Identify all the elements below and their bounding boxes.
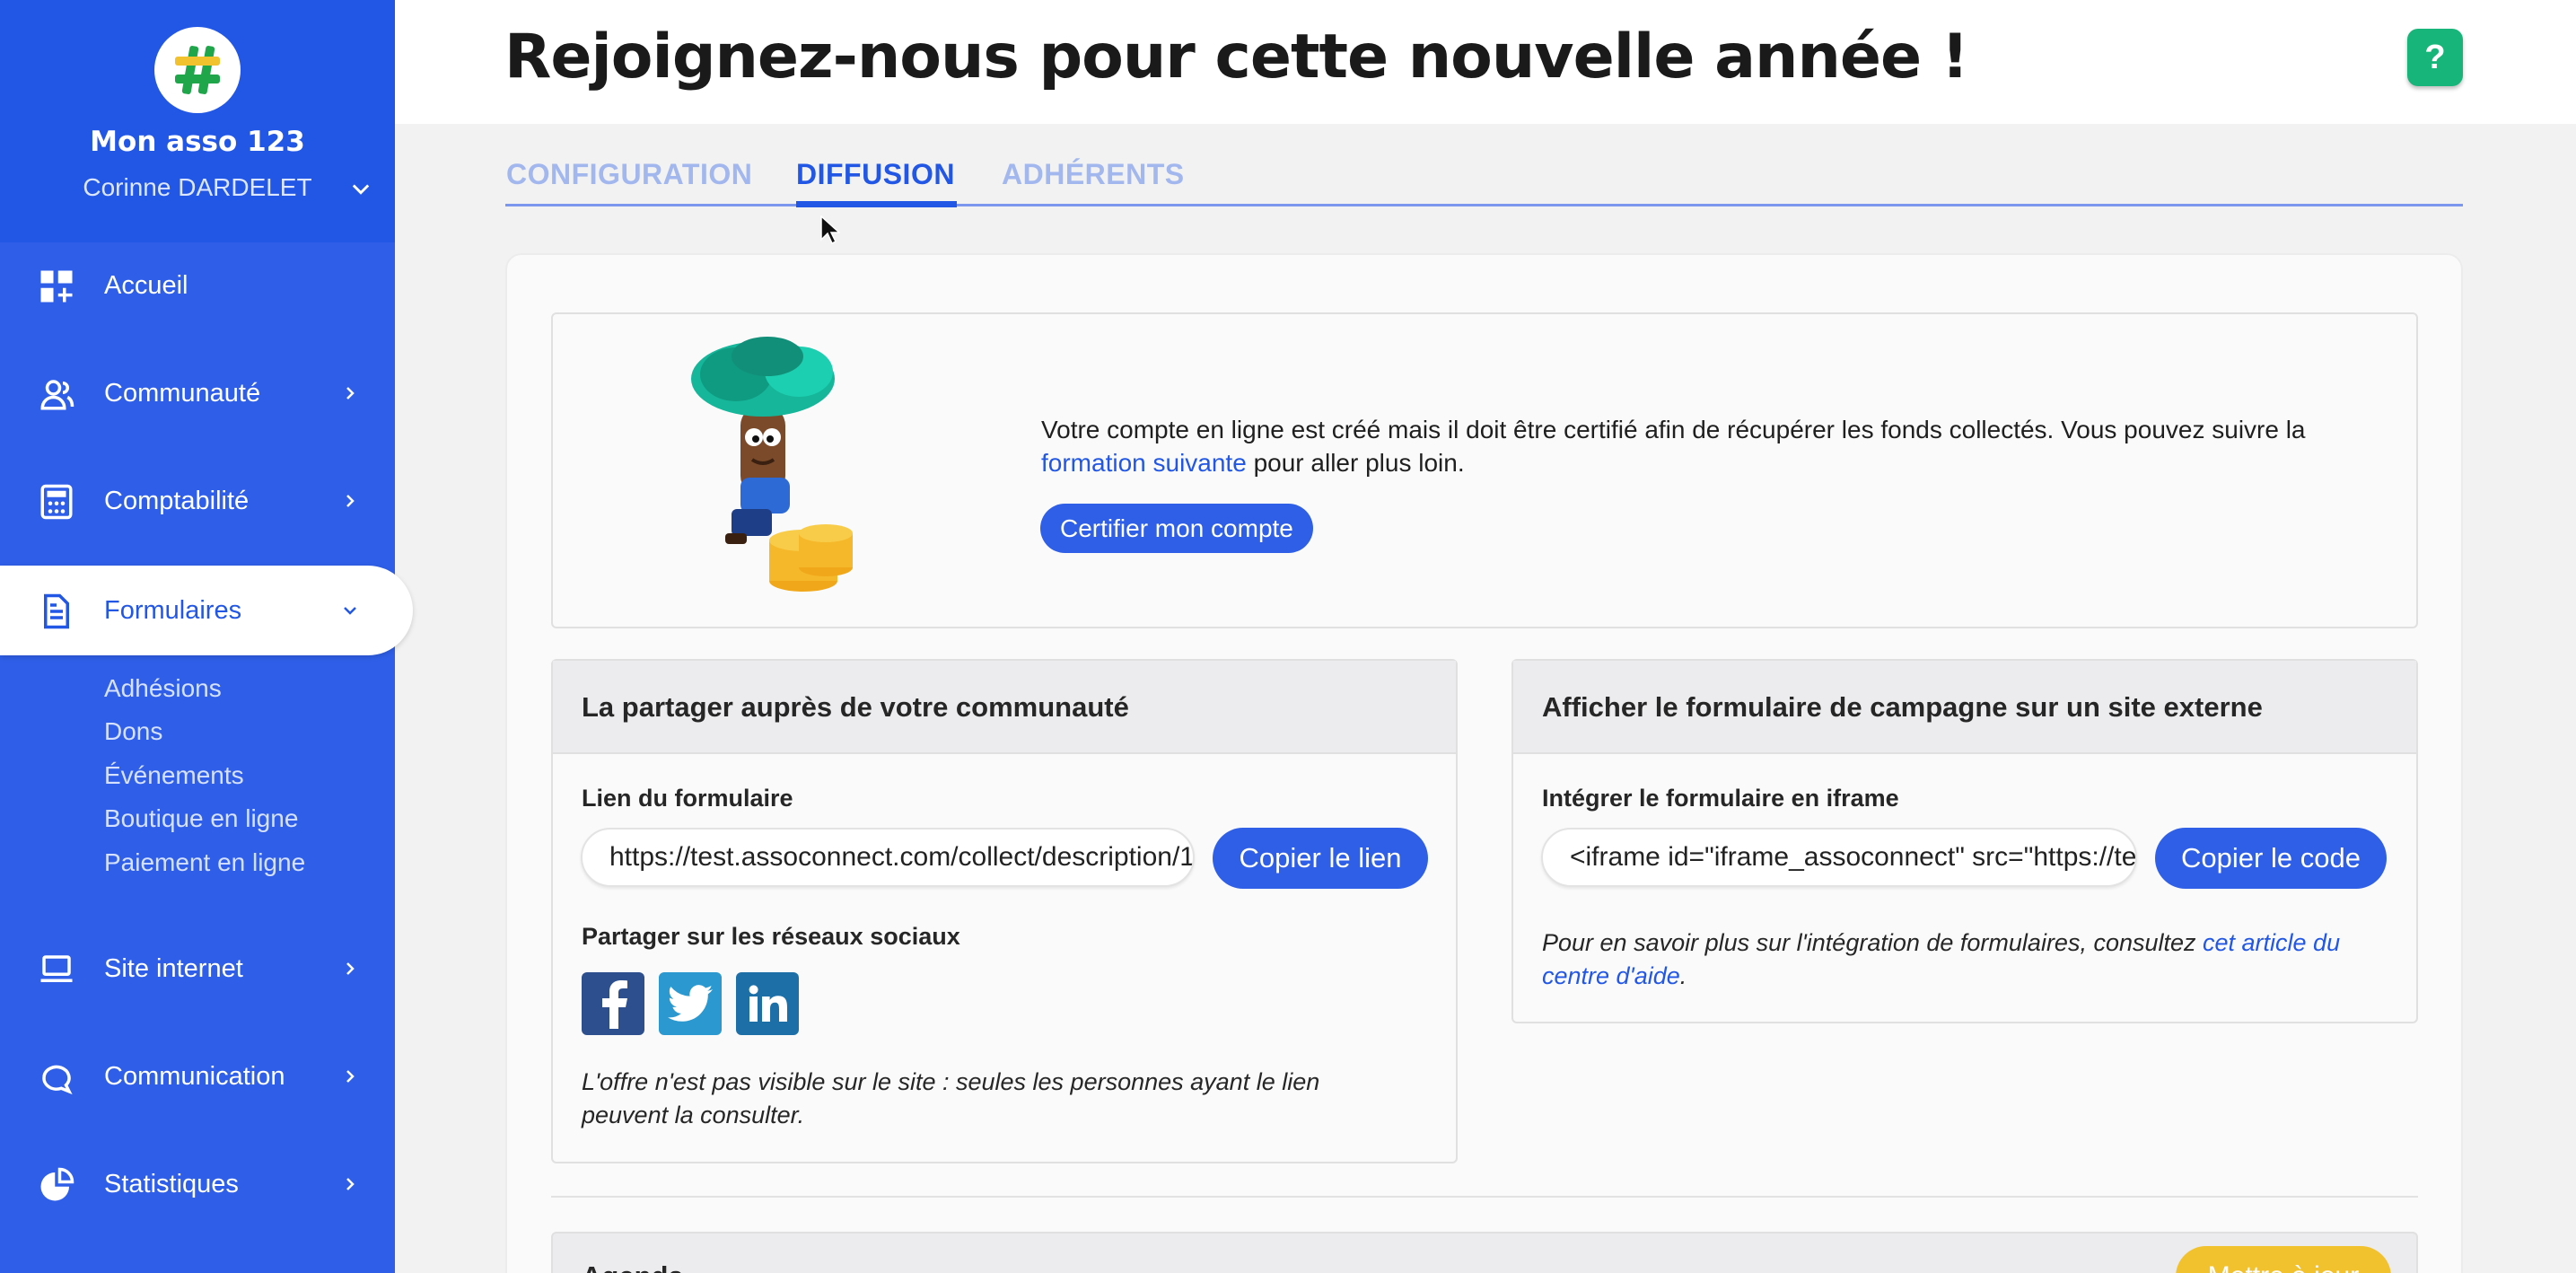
help-button[interactable]: ?	[2407, 29, 2463, 86]
chat-icon	[42, 1065, 73, 1095]
certify-account-button[interactable]: Certifier mon compte	[1040, 504, 1313, 553]
sidebar-subitem-evenements[interactable]: Événements	[104, 761, 244, 790]
chevron-right-icon	[346, 962, 355, 975]
sidebar-subitem-dons[interactable]: Dons	[104, 717, 162, 746]
copy-code-button[interactable]: Copier le code	[2155, 828, 2387, 889]
form-link-label: Lien du formulaire	[582, 785, 793, 812]
active-tab-indicator	[796, 201, 957, 207]
panel-title: Afficher le formulaire de campagne sur u…	[1542, 691, 2263, 723]
section-divider	[551, 1196, 2418, 1198]
form-link-input[interactable]: https://test.assoconnect.com/collect/des…	[581, 828, 1195, 887]
update-button[interactable]: Mettre à jour	[2176, 1246, 2391, 1273]
linkedin-icon[interactable]	[736, 972, 799, 1035]
formation-link[interactable]: formation suivante	[1041, 449, 1247, 477]
tab-configuration[interactable]: CONFIGURATION	[506, 158, 752, 191]
panel-header: Afficher le formulaire de campagne sur u…	[1513, 661, 2416, 754]
chevron-right-icon	[346, 495, 355, 507]
certification-message: Votre compte en ligne est créé mais il d…	[1041, 413, 2388, 479]
sidebar-item-formulaires[interactable]: Formulaires	[0, 566, 413, 655]
sidebar-item-label: Comptabilité	[104, 486, 250, 515]
embed-note-text: Pour en savoir plus sur l'intégration de…	[1542, 929, 2204, 956]
tab-adherents[interactable]: ADHÉRENTS	[1002, 158, 1185, 191]
iframe-code-input[interactable]: <iframe id="iframe_assoconnect" src="htt…	[1541, 828, 2137, 887]
sidebar-item-site-internet[interactable]: Site internet	[0, 924, 395, 1014]
sidebar-item-communaute[interactable]: Communauté	[0, 348, 395, 438]
top-bar: Rejoignez-nous pour cette nouvelle année…	[395, 0, 2576, 124]
panel-header: La partager auprès de votre communauté	[553, 661, 1456, 754]
sidebar-subitem-boutique[interactable]: Boutique en ligne	[104, 804, 298, 833]
sidebar-item-label: Communauté	[104, 378, 261, 408]
document-icon	[44, 593, 69, 629]
chevron-right-icon	[346, 387, 355, 399]
mouse-cursor-icon	[820, 215, 840, 245]
chevron-down-icon	[344, 607, 356, 615]
dashboard-icon	[40, 270, 73, 303]
tree-mascot-illustration	[691, 337, 853, 592]
sidebar-item-label: Statistiques	[104, 1169, 239, 1198]
calculator-icon	[40, 484, 73, 520]
chevron-down-icon[interactable]	[348, 176, 373, 201]
sidebar-item-statistiques[interactable]: Statistiques	[0, 1139, 395, 1229]
iframe-label: Intégrer le formulaire en iframe	[1542, 785, 1899, 812]
user-name[interactable]: Corinne DARDELET	[0, 173, 395, 202]
org-logo[interactable]	[154, 27, 241, 113]
page-title: Rejoignez-nous pour cette nouvelle année…	[504, 22, 1969, 92]
copy-link-button[interactable]: Copier le lien	[1213, 828, 1428, 889]
sidebar: Mon asso 123 Corinne DARDELET Accueil Co…	[0, 0, 413, 1273]
tab-diffusion[interactable]: DIFFUSION	[796, 158, 955, 191]
chevron-right-icon	[346, 1070, 355, 1083]
pie-chart-icon	[40, 1167, 74, 1201]
agenda-panel: Agenda Mettre à jour	[551, 1232, 2418, 1273]
sidebar-item-label: Site internet	[104, 953, 243, 983]
agenda-title: Agenda	[582, 1260, 684, 1273]
promo-text-start: Votre compte en ligne est créé mais il d…	[1041, 416, 2306, 443]
sidebar-subitem-adhesions[interactable]: Adhésions	[104, 674, 222, 703]
laptop-icon	[40, 955, 73, 982]
promo-text-end: pour aller plus loin.	[1246, 449, 1465, 477]
social-share-label: Partager sur les réseaux sociaux	[582, 923, 960, 950]
panel-title: La partager auprès de votre communauté	[582, 691, 1129, 723]
sidebar-header: Mon asso 123 Corinne DARDELET	[0, 0, 395, 242]
twitter-icon[interactable]	[659, 972, 722, 1035]
sidebar-item-label: Formulaires	[104, 595, 242, 625]
org-name: Mon asso 123	[90, 126, 305, 158]
share-visibility-note: L'offre n'est pas visible sur le site : …	[582, 1068, 1320, 1128]
sidebar-item-communication[interactable]: Communication	[0, 1032, 395, 1121]
facebook-icon[interactable]	[582, 972, 644, 1035]
embed-note-end: .	[1679, 962, 1687, 989]
sidebar-item-label: Accueil	[104, 270, 188, 300]
sidebar-subitem-paiement[interactable]: Paiement en ligne	[104, 848, 305, 877]
embed-help-note: Pour en savoir plus sur l'intégration de…	[1542, 926, 2395, 993]
users-icon	[40, 380, 74, 410]
sidebar-item-accueil[interactable]: Accueil	[0, 241, 395, 330]
sidebar-item-comptabilite[interactable]: Comptabilité	[0, 456, 395, 546]
sidebar-item-label: Communication	[104, 1061, 285, 1091]
chevron-right-icon	[346, 1178, 355, 1190]
